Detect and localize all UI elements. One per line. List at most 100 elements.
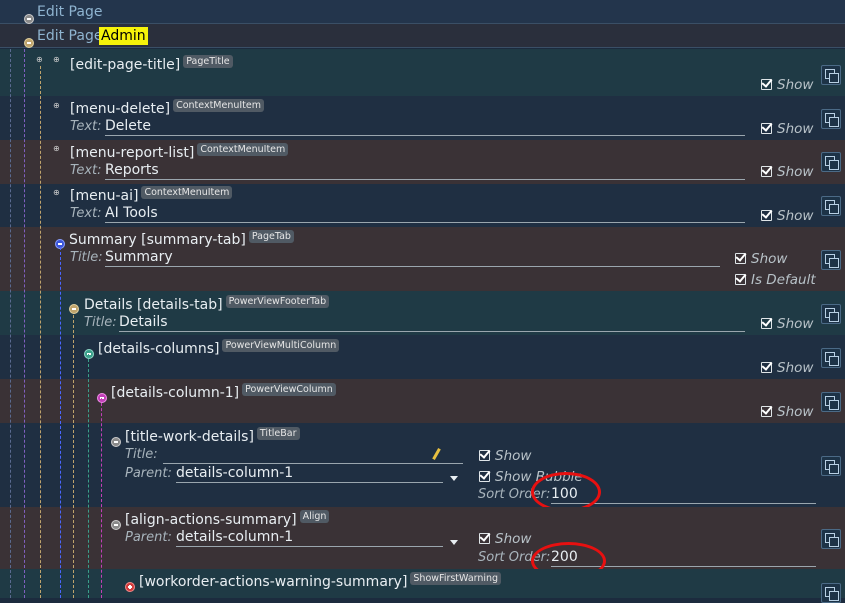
chevron-down-icon[interactable]: [450, 540, 458, 545]
copy-icon[interactable]: [821, 583, 841, 603]
show-checkbox[interactable]: Show: [735, 251, 787, 267]
collapse-icon[interactable]: [97, 393, 107, 403]
title-label: Title:: [125, 447, 158, 462]
row-align-actions-summary: [align-actions-summary] Align Parent: det…: [0, 507, 845, 580]
parent-select[interactable]: details-column-1: [176, 528, 443, 547]
copy-icon[interactable]: [821, 348, 841, 368]
expand-icon[interactable]: [125, 582, 135, 592]
show-checkbox[interactable]: Show: [761, 121, 813, 137]
checkbox-icon: [479, 471, 490, 482]
collapse-icon[interactable]: [84, 349, 94, 359]
expand-icon[interactable]: ⊕: [36, 55, 43, 64]
row-title-work-details: [title-work-details] TitleBar Title: Pare…: [0, 423, 845, 512]
checkbox-icon: [761, 123, 772, 134]
copy-icon[interactable]: [821, 65, 841, 85]
expand-icon[interactable]: ⊕: [53, 188, 60, 197]
text-input[interactable]: Delete: [105, 117, 745, 136]
checkbox-icon: [735, 274, 746, 285]
collapse-icon[interactable]: [24, 38, 34, 48]
title-input[interactable]: Summary: [105, 248, 720, 267]
text-input[interactable]: Reports: [105, 161, 745, 180]
parent-select[interactable]: details-column-1: [176, 464, 443, 483]
type-tag: PowerViewColumn: [242, 383, 336, 396]
annotation-circle: [531, 472, 601, 512]
checkbox-icon: [735, 253, 746, 264]
row-menu-delete: ⊕ [menu-delete] ContextMenuItem Text: Del…: [0, 96, 845, 140]
show-checkbox[interactable]: Show: [761, 360, 813, 376]
chevron-down-icon[interactable]: [450, 476, 458, 481]
show-checkbox[interactable]: Show: [479, 531, 531, 547]
tree-guide-line: [101, 398, 102, 598]
row-menu-ai: ⊕ [menu-ai] ContextMenuItem Text: AI Tool…: [0, 184, 845, 227]
checkbox-icon: [761, 362, 772, 373]
show-checkbox[interactable]: Show: [761, 316, 813, 332]
title-input[interactable]: Details: [119, 313, 745, 332]
edit-page-label: Edit Page: [37, 4, 103, 20]
tree-guide-line: [88, 354, 89, 598]
text-label: Text:: [70, 206, 102, 221]
node-label: [edit-page-title]: [70, 57, 181, 73]
node-label: [menu-delete]: [70, 101, 171, 117]
edit-page-header[interactable]: Edit Page: [0, 0, 845, 24]
copy-icon[interactable]: [821, 152, 841, 172]
checkbox-icon: [479, 533, 490, 544]
type-tag: Align: [299, 510, 330, 523]
copy-icon[interactable]: [821, 304, 841, 324]
copy-icon[interactable]: [821, 109, 841, 129]
title-input[interactable]: [163, 445, 463, 464]
node-label: [menu-ai]: [70, 188, 139, 204]
text-label: Text:: [70, 119, 102, 134]
type-tag: PowerViewFooterTab: [225, 295, 330, 308]
type-tag: TitleBar: [256, 427, 300, 440]
tree-guide-line: [73, 310, 74, 598]
node-label: Summary [summary-tab]: [69, 232, 246, 248]
checkbox-icon: [761, 210, 772, 221]
text-input[interactable]: AI Tools: [105, 204, 745, 223]
type-tag: PowerViewMultiColumn: [222, 339, 340, 352]
expand-icon[interactable]: ⊕: [53, 55, 60, 64]
copy-icon[interactable]: [821, 392, 841, 412]
admin-badge: Admin: [99, 27, 148, 45]
show-checkbox[interactable]: Show: [479, 448, 531, 464]
node-label: [title-work-details]: [125, 429, 254, 445]
show-checkbox[interactable]: Show: [761, 404, 813, 420]
row-details-tab: Details [details-tab] PowerViewFooterTab …: [0, 291, 845, 335]
show-checkbox[interactable]: Show: [761, 77, 813, 93]
expand-icon[interactable]: ⊕: [53, 101, 60, 110]
edit-page-admin-label: Edit Page: [37, 28, 103, 44]
collapse-icon[interactable]: [69, 304, 79, 314]
type-tag: ShowFirstWarning: [410, 572, 502, 585]
row-summary-tab: Summary [summary-tab] PageTab Title: Summ…: [0, 227, 845, 291]
parent-label: Parent:: [125, 466, 172, 481]
show-checkbox[interactable]: Show: [761, 208, 813, 224]
show-checkbox[interactable]: Show: [761, 164, 813, 180]
copy-icon[interactable]: [821, 196, 841, 216]
checkbox-icon: [761, 166, 772, 177]
type-tag: PageTab: [248, 230, 294, 243]
is-default-checkbox[interactable]: Is Default: [735, 272, 816, 288]
collapse-icon[interactable]: [24, 14, 34, 24]
edit-page-admin-header[interactable]: Edit Page Admin: [0, 24, 845, 48]
collapse-icon[interactable]: [111, 520, 121, 530]
parent-label: Parent:: [125, 530, 172, 545]
checkbox-icon: [479, 450, 490, 461]
row-workorder-actions-warning: [workorder-actions-warning-summary] ShowF…: [0, 569, 845, 603]
collapse-icon[interactable]: [111, 437, 121, 447]
node-label: [workorder-actions-warning-summary]: [139, 574, 408, 590]
row-edit-page-title: ⊕ ⊕ [edit-page-title] PageTitle Show: [0, 49, 845, 96]
checkbox-icon: [761, 79, 772, 90]
node-label: [details-columns]: [98, 341, 220, 357]
row-details-column-1: [details-column-1] PowerViewColumn Show: [0, 379, 845, 423]
type-tag: PageTitle: [183, 55, 233, 68]
title-label: Title:: [84, 315, 117, 330]
node-label: [details-column-1]: [111, 385, 240, 401]
copy-icon[interactable]: [821, 456, 841, 476]
copy-icon[interactable]: [821, 250, 841, 270]
type-tag: ContextMenuItem: [141, 186, 233, 199]
copy-icon[interactable]: [821, 529, 841, 549]
tree-guide-line: [10, 49, 11, 598]
type-tag: ContextMenuItem: [197, 143, 289, 156]
node-label: [menu-report-list]: [70, 145, 195, 161]
expand-icon[interactable]: ⊕: [53, 144, 60, 153]
checkbox-icon: [761, 406, 772, 417]
